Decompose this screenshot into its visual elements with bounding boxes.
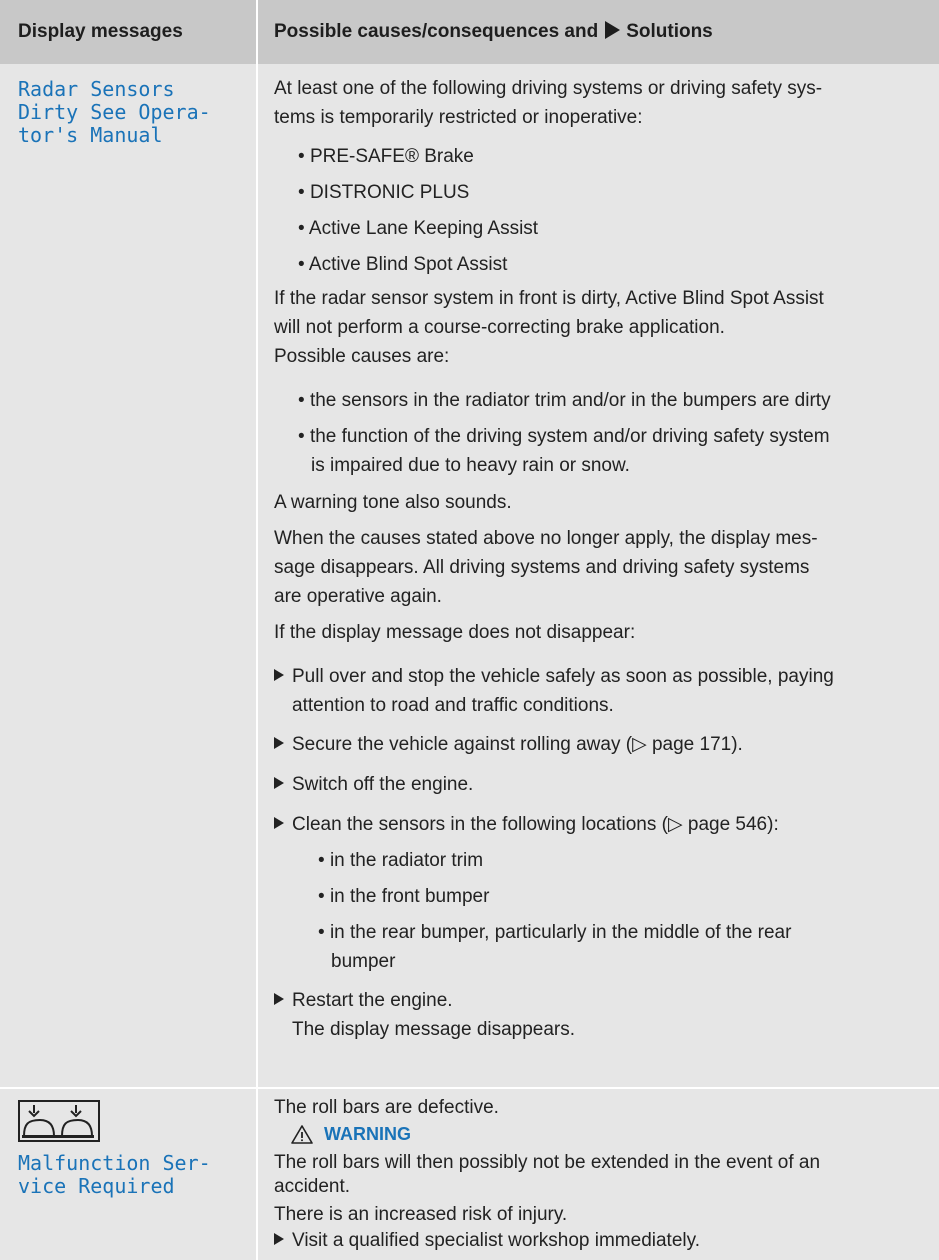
text-line: are operative again. <box>274 586 442 607</box>
location-text: in the front bumper <box>329 886 490 907</box>
step-switch-off: Switch off the engine. <box>274 770 473 799</box>
text-line: If the radar sensor system in front is d… <box>274 288 824 309</box>
step-arrow-icon <box>274 1233 284 1245</box>
header-causes-label: Possible causes/consequences and <box>274 21 599 42</box>
display-message-malfunction: Malfunction Ser- vice Required <box>18 1152 211 1198</box>
display-message-radar: Radar Sensors Dirty See Opera- tor's Man… <box>18 78 211 147</box>
dirty-text: If the radar sensor system in front is d… <box>274 284 824 342</box>
step-arrow-icon <box>274 737 284 749</box>
list-item: • DISTRONIC PLUS <box>298 182 470 203</box>
step-continuation: attention to road and traffic conditions… <box>292 695 614 716</box>
list-item: • in the radiator trim <box>318 850 484 871</box>
system-label: PRE-SAFE® Brake <box>309 146 474 167</box>
warning-text: The roll bars will then possibly not be … <box>274 1148 820 1177</box>
list-item: • in the front bumper <box>318 886 490 907</box>
step-text: Pull over and stop the vehicle safely as… <box>292 666 834 687</box>
message-line: Dirty See Opera- <box>18 100 211 124</box>
list-item-continuation: bumper <box>331 951 396 972</box>
step-text: Visit a qualified specialist workshop im… <box>292 1230 700 1251</box>
warning-triangle-icon <box>291 1125 313 1144</box>
location-text: in the radiator trim <box>329 850 484 871</box>
step-visit-workshop: Visit a qualified specialist workshop im… <box>274 1226 700 1255</box>
step-arrow-icon <box>274 817 284 829</box>
header-display-messages: Display messages <box>18 21 183 42</box>
header-causes-solutions: Possible causes/consequences and Solution… <box>274 21 713 43</box>
intro-text: At least one of the following driving sy… <box>274 74 822 132</box>
warning-heading: WARNING <box>290 1124 411 1145</box>
step-secure-vehicle: Secure the vehicle against rolling away … <box>274 730 743 759</box>
step-arrow-icon <box>274 993 284 1005</box>
cause-text: the function of the driving system and/o… <box>309 426 830 447</box>
table-header: Display messages Possible causes/consequ… <box>0 0 939 64</box>
text-line: When the causes stated above no longer a… <box>274 528 818 549</box>
step-text: Switch off the engine. <box>292 774 474 795</box>
solution-arrow-icon <box>605 21 621 39</box>
step-result: The display message disappears. <box>292 1019 576 1040</box>
defect-text: The roll bars are defective. <box>274 1097 499 1118</box>
system-label: DISTRONIC PLUS <box>309 182 470 203</box>
warning-tone-text: A warning tone also sounds. <box>274 492 512 513</box>
cause-text: the sensors in the radiator trim and/or … <box>309 390 831 411</box>
warning-title: WARNING <box>324 1124 411 1144</box>
step-text: Restart the engine. <box>292 990 453 1011</box>
column-divider <box>256 0 258 1260</box>
list-item: • Active Blind Spot Assist <box>298 254 508 275</box>
list-item-continuation: is impaired due to heavy rain or snow. <box>311 455 630 476</box>
location-text: in the rear bumper, particularly in the … <box>329 922 792 943</box>
step-arrow-icon <box>274 669 284 681</box>
step-text: Clean the sensors in the following locat… <box>292 814 779 835</box>
text-line: tems is temporarily restricted or inoper… <box>274 107 643 128</box>
list-item: • the function of the driving system and… <box>298 426 830 447</box>
message-line: Radar Sensors <box>18 77 175 101</box>
roll-bar-icon <box>18 1100 100 1142</box>
system-label: Active Lane Keeping Assist <box>308 218 539 239</box>
causes-intro: Possible causes are: <box>274 346 450 367</box>
message-line: vice Required <box>18 1174 175 1198</box>
not-disappear-text: If the display message does not disappea… <box>274 622 636 643</box>
text-line: The roll bars will then possibly not be … <box>274 1152 821 1173</box>
header-solutions-label: Solutions <box>626 21 713 42</box>
list-item: • PRE-SAFE® Brake <box>298 146 474 167</box>
step-clean-sensors: Clean the sensors in the following locat… <box>274 810 779 839</box>
text-line: will not perform a course-correcting bra… <box>274 317 725 338</box>
step-restart: Restart the engine. <box>274 986 453 1015</box>
message-line: Malfunction Ser- <box>18 1151 211 1175</box>
risk-text: There is an increased risk of injury. <box>274 1204 568 1225</box>
warning-text-continuation: accident. <box>274 1176 351 1197</box>
text-line: sage disappears. All driving systems and… <box>274 557 810 578</box>
text-line: At least one of the following driving sy… <box>274 78 823 99</box>
message-line: tor's Manual <box>18 123 163 147</box>
step-text: Secure the vehicle against rolling away … <box>292 734 743 755</box>
step-arrow-icon <box>274 777 284 789</box>
list-item: • the sensors in the radiator trim and/o… <box>298 390 831 411</box>
system-label: Active Blind Spot Assist <box>308 254 508 275</box>
list-item: • in the rear bumper, particularly in th… <box>318 922 792 943</box>
step-pull-over: Pull over and stop the vehicle safely as… <box>274 662 834 691</box>
list-item: • Active Lane Keeping Assist <box>298 218 539 239</box>
apply-text: When the causes stated above no longer a… <box>274 524 818 611</box>
